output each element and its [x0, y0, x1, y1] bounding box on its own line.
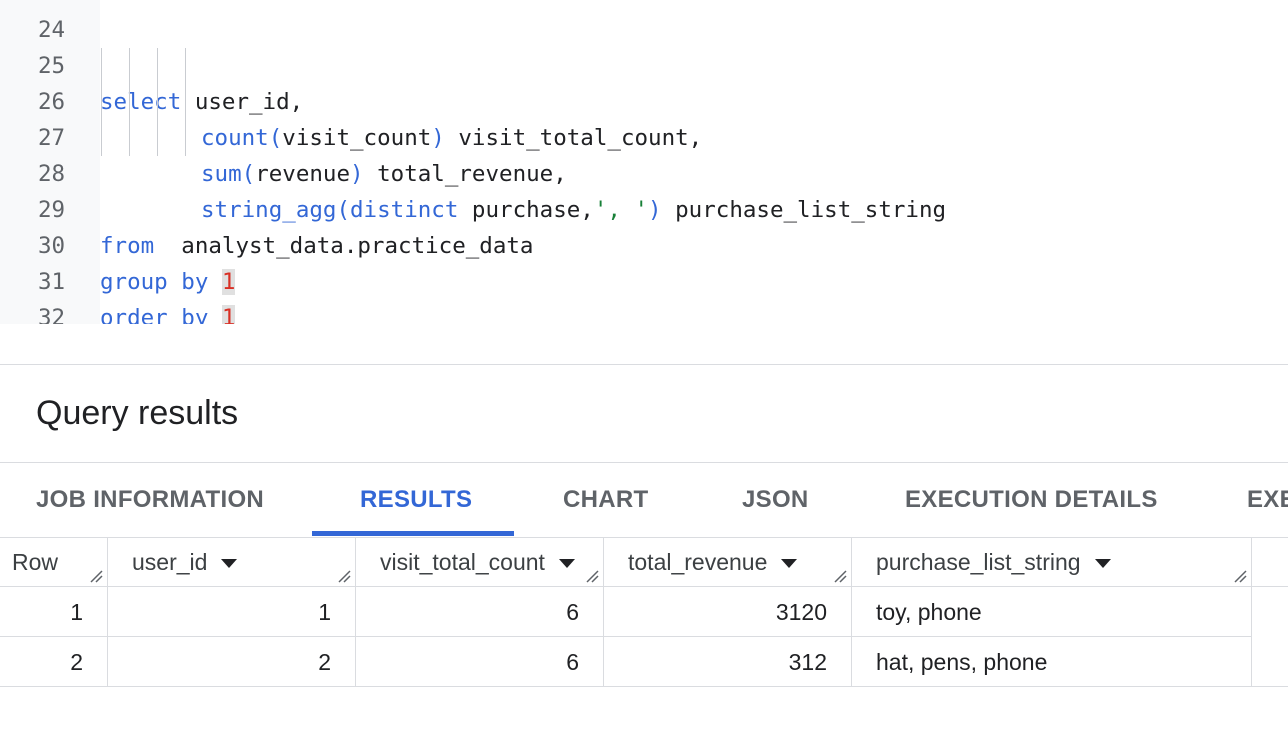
column-resize-icon[interactable]	[585, 569, 599, 583]
panel-divider[interactable]	[0, 364, 1288, 365]
tab-chart[interactable]: CHART	[563, 463, 649, 537]
code-line-29: 29 from analyst_data.practice_data	[0, 156, 1288, 259]
column-header-label: user_id	[132, 549, 208, 575]
code-line-28: 28 string_agg(distinct purchase,', ') pu…	[0, 120, 1288, 223]
code-line-32: 32	[0, 264, 1288, 324]
column-header-purchase-list-string[interactable]: purchase_list_string	[852, 537, 1252, 587]
indent-guide	[129, 48, 130, 156]
cell-row-number: 2	[0, 637, 108, 687]
column-header-visit-total-count[interactable]: visit_total_count	[356, 537, 604, 587]
tab-json[interactable]: JSON	[742, 463, 809, 537]
column-header-label: Row	[12, 549, 59, 575]
results-table: Row user_id visit_total_count total_reve…	[0, 537, 1288, 688]
code-line-25: 25 select user_id,	[0, 12, 1288, 115]
column-header-user-id[interactable]: user_id	[108, 537, 356, 587]
sort-arrow-icon[interactable]	[781, 559, 798, 569]
cell-total-revenue: 312	[604, 637, 852, 687]
column-resize-icon[interactable]	[1233, 569, 1247, 583]
column-header-row: Row	[0, 537, 108, 587]
code-line-30: 30 group by 1	[0, 192, 1288, 295]
code-line-26: 26 count(visit_count) visit_total_count,	[0, 48, 1288, 151]
results-title: Query results	[36, 394, 239, 432]
cell-purchase-list-string: hat, pens, phone	[852, 637, 1252, 687]
tab-job-information[interactable]: JOB INFORMATION	[36, 463, 264, 537]
cell-user-id: 2	[108, 637, 356, 687]
code-line-27: 27 sum(revenue) total_revenue,	[0, 84, 1288, 187]
code-line-24: 24	[0, 0, 1288, 43]
cell-total-revenue: 3120	[604, 587, 852, 637]
column-header-label: purchase_list_string	[876, 549, 1081, 575]
sort-arrow-icon[interactable]	[558, 559, 575, 569]
cell-visit-total-count: 6	[356, 587, 604, 637]
active-tab-indicator	[312, 531, 514, 536]
tab-results[interactable]: RESULTS	[360, 463, 472, 537]
indent-guide	[101, 48, 102, 156]
column-resize-icon[interactable]	[337, 569, 351, 583]
column-header-label: total_revenue	[628, 549, 768, 575]
column-resize-icon[interactable]	[89, 569, 103, 583]
column-header-label: visit_total_count	[380, 549, 545, 575]
sort-arrow-icon[interactable]	[1094, 559, 1111, 569]
indent-guide	[157, 48, 158, 156]
column-resize-icon[interactable]	[833, 569, 847, 583]
tab-execution-graph[interactable]: EXE	[1247, 463, 1288, 537]
row-divider	[0, 686, 1288, 687]
results-tabs: JOB INFORMATION RESULTS CHART JSON EXECU…	[0, 462, 1288, 538]
cell-visit-total-count: 6	[356, 637, 604, 687]
cell-purchase-list-string: toy, phone	[852, 587, 1252, 637]
tab-execution-details[interactable]: EXECUTION DETAILS	[905, 463, 1158, 537]
cell-user-id: 1	[108, 587, 356, 637]
code-line-33: 33	[0, 300, 1288, 324]
column-header-total-revenue[interactable]: total_revenue	[604, 537, 852, 587]
sql-editor[interactable]: 24 25 select user_id, 26 count(visit_cou…	[0, 0, 1288, 324]
sort-arrow-icon[interactable]	[221, 559, 238, 569]
code-line-31: 31 order by 1	[0, 228, 1288, 324]
cell-row-number: 1	[0, 587, 108, 637]
indent-guide	[185, 48, 186, 156]
